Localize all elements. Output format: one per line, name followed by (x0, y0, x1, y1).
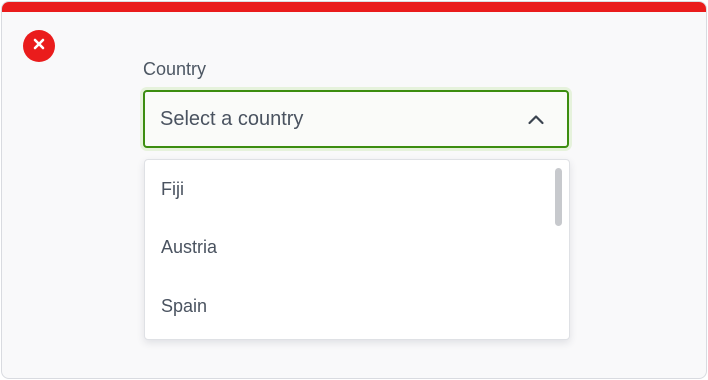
error-top-bar (2, 2, 706, 12)
country-option-spain[interactable]: Spain (145, 277, 569, 336)
country-dropdown-list: Fiji Austria Spain (144, 159, 570, 340)
close-icon (33, 37, 45, 55)
country-label: Country (143, 59, 207, 79)
option-label: Austria (161, 237, 218, 258)
country-select-value: Select a country (160, 108, 304, 130)
chevron-up-icon[interactable] (527, 111, 545, 129)
option-label: Spain (161, 295, 208, 316)
country-select[interactable]: Select a country (143, 90, 569, 148)
country-option-austria[interactable]: Austria (145, 219, 569, 278)
dropdown-scrollbar[interactable] (555, 168, 562, 226)
option-label: Fiji (161, 178, 184, 199)
error-badge (23, 30, 55, 62)
country-option-fiji[interactable]: Fiji (145, 160, 569, 219)
form-card: Country Select a country Fiji Austria Sp… (1, 1, 707, 379)
